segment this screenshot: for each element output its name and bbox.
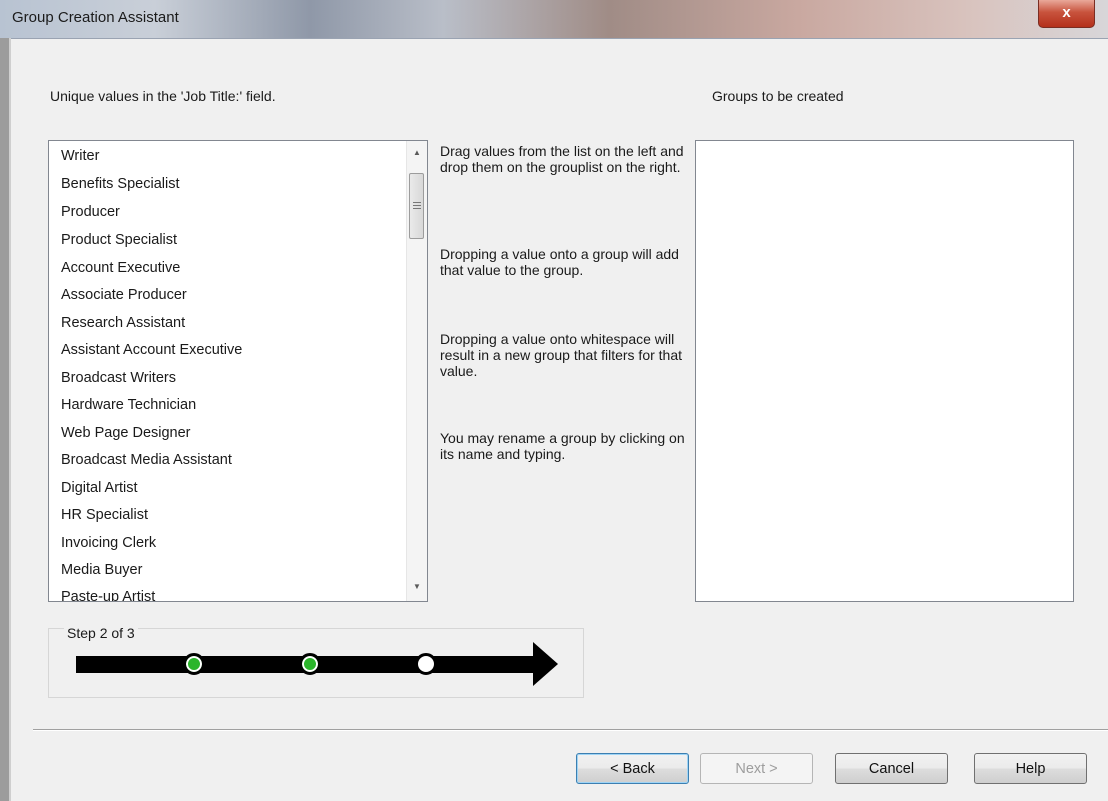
scroll-grip — [413, 205, 421, 206]
list-item[interactable]: Broadcast Media Assistant — [61, 449, 232, 471]
progress-arrow-head-icon — [533, 642, 558, 686]
list-item[interactable]: HR Specialist — [61, 504, 148, 526]
groups-to-be-created-list[interactable] — [695, 140, 1074, 602]
list-item[interactable]: Hardware Technician — [61, 394, 196, 416]
list-item[interactable]: Media Buyer — [61, 559, 142, 581]
cancel-button[interactable]: Cancel — [835, 753, 948, 784]
list-item[interactable]: Research Assistant — [61, 312, 185, 334]
list-item[interactable]: Web Page Designer — [61, 422, 191, 444]
step-2-current-indicator — [299, 653, 321, 675]
list-item[interactable]: Assistant Account Executive — [61, 339, 242, 361]
list-item[interactable]: Producer — [61, 201, 120, 223]
groups-list-label: Groups to be created — [712, 88, 844, 104]
instruction-drop-whitespace: Dropping a value onto whitespace will re… — [440, 331, 683, 379]
step-label: Step 2 of 3 — [64, 625, 138, 641]
step-1-complete-indicator — [183, 653, 205, 675]
scroll-up-arrow-icon[interactable]: ▲ — [407, 143, 427, 163]
next-button: Next > — [700, 753, 813, 784]
scroll-down-arrow-icon[interactable]: ▼ — [407, 577, 427, 597]
title-bar: Group Creation Assistant x — [0, 0, 1108, 39]
list-item[interactable]: Writer — [61, 145, 99, 167]
help-button[interactable]: Help — [974, 753, 1087, 784]
close-button[interactable]: x — [1038, 0, 1095, 28]
step-progress-group: Step 2 of 3 — [48, 625, 584, 698]
close-icon: x — [1062, 4, 1071, 21]
list-item[interactable]: Associate Producer — [61, 284, 187, 306]
instruction-drag: Drag values from the list on the left an… — [440, 143, 684, 175]
window-frame-left-highlight — [9, 38, 11, 801]
step-3-pending-indicator — [415, 653, 437, 675]
values-list-scrollbar[interactable]: ▲ ▼ — [406, 141, 427, 601]
instruction-drop-group: Dropping a value onto a group will add t… — [440, 246, 679, 278]
scroll-grip — [413, 208, 421, 209]
list-item[interactable]: Paste-up Artist — [61, 586, 155, 601]
window-frame-left — [0, 38, 9, 801]
values-list-label: Unique values in the 'Job Title:' field. — [50, 88, 276, 104]
list-item[interactable]: Invoicing Clerk — [61, 532, 156, 554]
job-title-values-list[interactable]: Writer Benefits Specialist Producer Prod… — [48, 140, 428, 602]
scrollbar-thumb[interactable] — [409, 173, 424, 239]
scroll-grip — [413, 202, 421, 203]
footer-separator — [33, 729, 1108, 731]
list-item[interactable]: Digital Artist — [61, 477, 138, 499]
list-item[interactable]: Product Specialist — [61, 229, 177, 251]
instruction-rename: You may rename a group by clicking on it… — [440, 430, 685, 462]
list-item[interactable]: Benefits Specialist — [61, 173, 179, 195]
list-item[interactable]: Account Executive — [61, 257, 180, 279]
list-item[interactable]: Broadcast Writers — [61, 367, 176, 389]
window-title: Group Creation Assistant — [12, 9, 179, 26]
back-button[interactable]: < Back — [576, 753, 689, 784]
